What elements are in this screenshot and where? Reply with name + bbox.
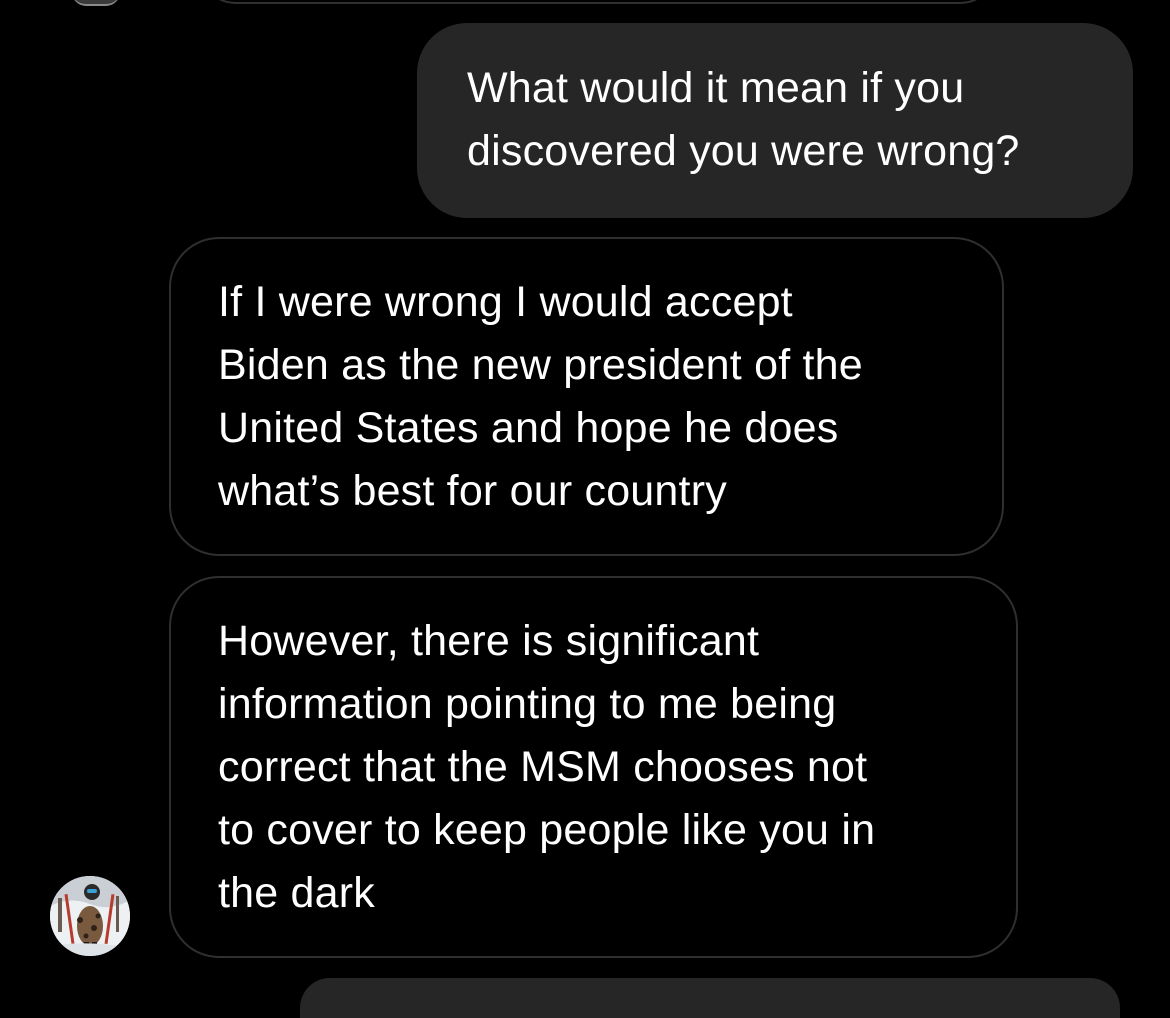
sent-message-bubble[interactable]: What would it mean if you discovered you…: [417, 23, 1133, 218]
message-text-line: However, there is significant: [218, 617, 760, 665]
message-text-line: discovered you were wrong?: [467, 127, 1020, 175]
message-text-line: information pointing to me being: [218, 680, 837, 728]
next-message-bubble-partial[interactable]: [300, 978, 1120, 1018]
message-text-line: correct that the MSM chooses not: [218, 743, 868, 791]
message-text-line: to cover to keep people like you in: [218, 806, 876, 854]
message-text-line: United States and hope he does: [218, 404, 839, 452]
message-text-line: If I were wrong I would accept: [218, 278, 793, 326]
profile-photo-avatar-icon: [50, 876, 130, 956]
message-text-line: What would it mean if you: [467, 64, 965, 112]
received-message-bubble[interactable]: If I were wrong I would accept Biden as …: [169, 237, 1004, 556]
message-text-line: Biden as the new president of the: [218, 341, 863, 389]
message-text-line: what’s best for our country: [218, 467, 727, 515]
previous-message-bubble-partial[interactable]: [198, 0, 998, 4]
sender-avatar[interactable]: [50, 876, 130, 956]
received-message-bubble[interactable]: However, there is significant informatio…: [169, 576, 1018, 958]
message-text-line: the dark: [218, 869, 375, 917]
previous-avatar-partial: [72, 0, 120, 6]
